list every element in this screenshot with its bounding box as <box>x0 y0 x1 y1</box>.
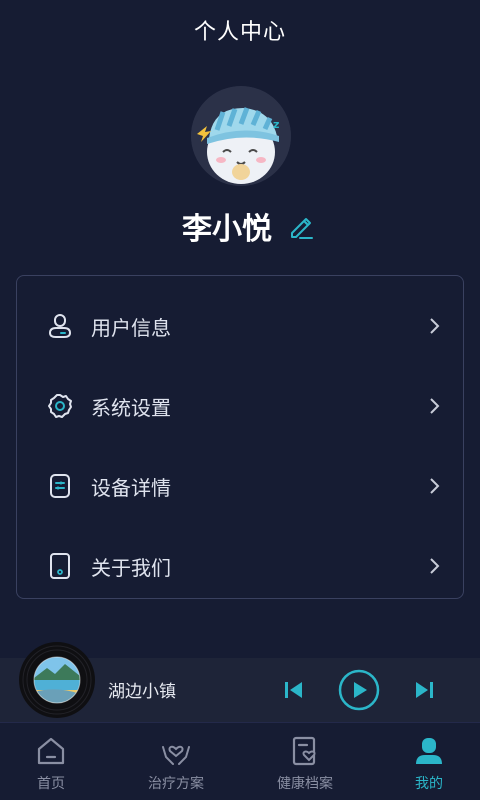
tab-label: 健康档案 <box>277 776 333 792</box>
tab-label: 首页 <box>37 776 65 792</box>
device-icon <box>47 473 73 499</box>
settings-menu: 用户信息 系统设置 设备详情 关于我们 <box>16 275 464 599</box>
menu-item-label: 关于我们 <box>91 555 171 580</box>
menu-item-user-info[interactable]: 用户信息 <box>17 296 463 356</box>
menu-item-label: 设备详情 <box>91 475 171 500</box>
tab-health-records[interactable]: 健康档案 <box>245 723 365 800</box>
chevron-right-icon <box>427 556 441 576</box>
health-record-icon <box>289 735 321 767</box>
care-hands-icon <box>160 735 192 767</box>
profile-icon <box>413 735 445 767</box>
phone-icon <box>47 553 73 579</box>
play-icon[interactable] <box>338 669 380 715</box>
svg-text:z: z <box>273 118 279 131</box>
album-disc[interactable] <box>19 642 95 718</box>
song-title: 湖边小镇 <box>108 682 176 702</box>
user-info-icon <box>47 313 73 339</box>
chevron-right-icon <box>427 316 441 336</box>
tab-treatment-plan[interactable]: 治疗方案 <box>116 723 236 800</box>
edit-pencil-icon[interactable] <box>286 211 316 241</box>
tab-label: 治疗方案 <box>148 776 204 792</box>
menu-item-label: 系统设置 <box>91 395 171 420</box>
profile-name: 李小悦 <box>182 212 272 247</box>
menu-item-about-us[interactable]: 关于我们 <box>17 536 463 596</box>
app-root: 个人中心 z 李小悦 用户信息 系统设置 设备详情 关于我们 湖边小镇 首页 治… <box>0 0 480 800</box>
page-title: 个人中心 <box>193 20 286 45</box>
chevron-right-icon <box>427 476 441 496</box>
bottom-tab-bar: 首页 治疗方案 健康档案 我的 <box>0 722 480 800</box>
profile-name-row: 李小悦 <box>0 200 480 252</box>
menu-item-system-settings[interactable]: 系统设置 <box>17 376 463 436</box>
sleepy-cartoon-avatar-icon: z <box>191 86 291 186</box>
menu-item-label: 用户信息 <box>91 315 171 340</box>
menu-item-device-details[interactable]: 设备详情 <box>17 456 463 516</box>
previous-track-icon[interactable] <box>283 680 305 704</box>
tab-home[interactable]: 首页 <box>0 723 111 800</box>
tab-mine[interactable]: 我的 <box>369 723 480 800</box>
gear-icon <box>47 393 73 419</box>
chevron-right-icon <box>427 396 441 416</box>
tab-label: 我的 <box>415 776 443 792</box>
home-icon <box>35 735 67 767</box>
next-track-icon[interactable] <box>413 680 435 704</box>
avatar[interactable]: z <box>191 86 291 186</box>
header: 个人中心 <box>0 0 480 60</box>
